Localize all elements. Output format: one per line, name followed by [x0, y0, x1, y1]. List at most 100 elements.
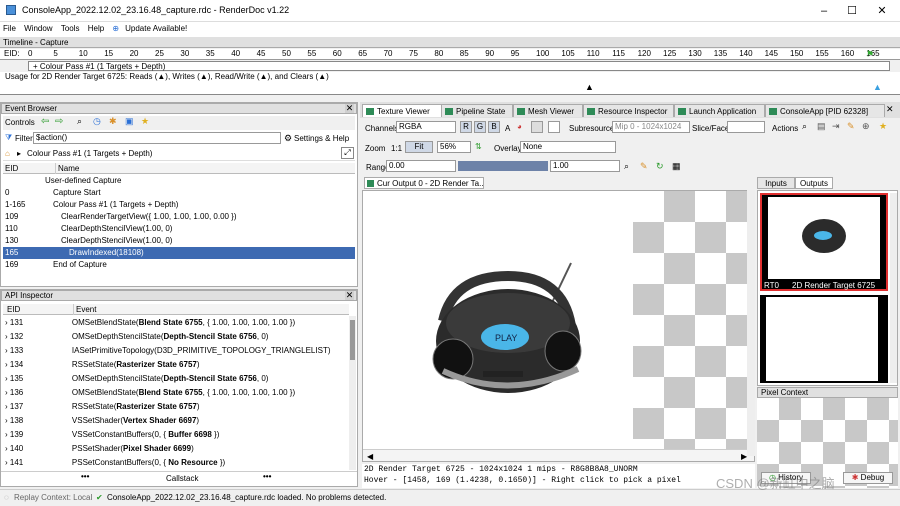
save-icon[interactable]: ▤ — [817, 121, 826, 132]
thumb-scrollbar[interactable] — [890, 193, 897, 383]
timer-icon[interactable]: ◷ — [93, 116, 101, 127]
minimize-button[interactable]: – — [810, 3, 838, 19]
tab-inputs[interactable]: Inputs — [757, 177, 795, 189]
api-row[interactable]: › 131 OMSetBlendState(Blend State 6755, {… — [5, 316, 345, 330]
col-event[interactable]: Event — [73, 304, 96, 315]
settings-icon[interactable]: ✱ — [109, 116, 117, 127]
dots-right-icon[interactable]: ••• — [263, 472, 271, 481]
timeline-pass-bar[interactable]: + Colour Pass #1 (1 Targets + Depth) — [28, 61, 890, 71]
texture-canvas[interactable]: PLAY ◀ ▶ — [362, 190, 755, 462]
zoom-1to1-button[interactable]: 1:1 — [391, 144, 402, 153]
mip-select[interactable]: Mip 0 - 1024x1024 — [612, 121, 690, 133]
api-resource-link[interactable]: Blend State 6755 — [139, 388, 203, 397]
zoom-icon[interactable]: ⌕ — [802, 121, 807, 132]
api-row[interactable]: › 132 OMSetDepthStencilState(Depth-Stenci… — [5, 330, 345, 344]
api-resource-link[interactable]: Rasterizer State 6757 — [116, 360, 197, 369]
channel-a-toggle[interactable]: A — [505, 124, 510, 133]
histogram-icon[interactable]: ▦ — [672, 161, 681, 172]
tab-pipeline-state[interactable]: Pipeline State — [441, 104, 513, 117]
api-resource-link[interactable]: Buffer 6698 — [168, 430, 212, 439]
callstack-label[interactable]: Callstack — [166, 474, 198, 483]
api-row[interactable]: › 140 PSSetShader(Pixel Shader 6699) — [5, 442, 345, 456]
api-row[interactable]: › 137 RSSetState(Rasterizer State 6757) — [5, 400, 345, 414]
rt0-thumbnail[interactable]: RT0 2D Render Target 6725 — [760, 193, 888, 291]
channel-b-toggle[interactable]: B — [488, 121, 500, 133]
api-resource-link[interactable]: Depth-Stencil State 6756 — [164, 332, 257, 341]
auto-fit-icon[interactable]: ✎ — [640, 161, 648, 172]
tab-mesh-viewer[interactable]: Mesh Viewer — [513, 104, 583, 117]
col-name[interactable]: Name — [55, 163, 79, 174]
settings-help-link[interactable]: Settings & Help — [294, 134, 349, 143]
locate-icon[interactable]: ⊕ — [862, 121, 870, 132]
home-icon[interactable]: ⌂ — [5, 149, 10, 158]
event-row[interactable]: 1-165 Colour Pass #1 (1 Targets + Depth) — [3, 199, 355, 211]
export-icon[interactable]: ▣ — [125, 116, 134, 127]
find-icon[interactable]: ⌕ — [77, 116, 82, 127]
maximize-button[interactable]: ☐ — [838, 3, 866, 19]
event-row[interactable]: User-defined Capture — [3, 175, 355, 187]
event-row[interactable]: 110 ClearDepthStencilView(1.00, 0) — [3, 223, 355, 235]
flip-icon[interactable]: ⇅ — [475, 142, 482, 151]
api-row[interactable]: › 135 OMSetDepthStencilState(Depth-Stenci… — [5, 372, 345, 386]
update-available-link[interactable]: Update Available! — [122, 22, 190, 35]
menu-window[interactable]: Window — [21, 22, 55, 35]
api-row[interactable]: › 133 IASetPrimitiveTopology(D3D_PRIMITIV… — [5, 344, 345, 358]
debug-button[interactable]: ✱ Debug — [843, 472, 893, 484]
api-row[interactable]: › 134 RSSetState(Rasterizer State 6757) — [5, 358, 345, 372]
tab-resource-inspector[interactable]: Resource Inspector — [583, 104, 674, 117]
filter-input[interactable]: $action() — [33, 132, 281, 144]
pixel-context-view[interactable]: ◷ History ✱ Debug — [757, 398, 898, 488]
tab-launch-application[interactable]: Launch Application — [674, 104, 765, 117]
api-resource-link[interactable]: Vertex Shader 6697 — [123, 416, 196, 425]
checker-icon[interactable] — [531, 121, 543, 133]
event-row[interactable]: 109 ClearRenderTargetView({ 1.00, 1.00, 1… — [3, 211, 355, 223]
close-icon[interactable]: ✕ — [345, 104, 354, 113]
api-resource-link[interactable]: Depth-Stencil State 6756 — [164, 374, 257, 383]
canvas-vscroll[interactable] — [747, 190, 755, 456]
forward-arrow-icon[interactable]: ⇨ — [55, 116, 63, 127]
tab-console-app[interactable]: ConsoleApp [PID 62328] — [765, 104, 885, 117]
zoom-select[interactable]: 56% — [437, 141, 471, 153]
channel-r-toggle[interactable]: R — [460, 121, 472, 133]
dots-left-icon[interactable]: ••• — [81, 472, 89, 481]
channel-g-toggle[interactable]: G — [474, 121, 486, 133]
slice-select[interactable] — [727, 121, 765, 133]
expand-icon[interactable]: ⤢ — [341, 147, 354, 159]
event-row[interactable]: 130 ClearDepthStencilView(1.00, 0) — [3, 235, 355, 247]
color-picker-icon[interactable]: ◕ — [517, 122, 522, 131]
col-eid[interactable]: EID — [5, 163, 18, 174]
event-row[interactable]: 0 Capture Start — [3, 187, 355, 199]
event-row[interactable]: 169 End of Capture — [3, 259, 355, 271]
goto-icon[interactable]: ⇥ — [832, 121, 840, 132]
canvas-scrollbar[interactable]: ◀ ▶ — [363, 449, 754, 461]
range-histogram[interactable] — [458, 161, 548, 171]
close-button[interactable]: ✕ — [868, 3, 896, 19]
tab-current-output[interactable]: Cur Output 0 - 2D Render Ta... — [364, 177, 484, 189]
api-resource-link[interactable]: No Resource — [168, 458, 217, 467]
api-row[interactable]: › 138 VSSetShader(Vertex Shader 6697) — [5, 414, 345, 428]
gear-icon[interactable]: ⚙ — [284, 133, 292, 144]
api-resource-link[interactable]: Rasterizer State 6757 — [116, 402, 197, 411]
reset-icon[interactable]: ↻ — [656, 161, 664, 172]
timeline-ruler[interactable]: EID: 0 5 10 15 20 25 30 35 40 45 50 55 60 65 70 75 80 85 9… — [0, 49, 900, 60]
bookmark-icon[interactable]: ★ — [141, 116, 149, 127]
scroll-left-icon[interactable]: ◀ — [367, 452, 373, 461]
star-icon[interactable]: ★ — [879, 121, 887, 132]
api-row[interactable]: › 141 PSSetConstantBuffers(0, { No Resour… — [5, 456, 345, 470]
close-icon[interactable]: ✕ — [345, 291, 354, 300]
api-row[interactable]: › 139 VSSetConstantBuffers(0, { Buffer 66… — [5, 428, 345, 442]
zoom-range-icon[interactable]: ⌕ — [624, 161, 629, 172]
menu-help[interactable]: Help — [85, 22, 107, 35]
fit-button[interactable]: Fit — [405, 141, 433, 153]
api-row[interactable]: › 136 OMSetBlendState(Blend State 6755, {… — [5, 386, 345, 400]
tab-texture-viewer[interactable]: Texture Viewer — [362, 104, 448, 117]
breadcrumb-pass[interactable]: Colour Pass #1 (1 Targets + Depth) — [27, 149, 152, 158]
range-max-input[interactable]: 1.00 — [550, 160, 620, 172]
back-arrow-icon[interactable]: ⇦ — [41, 116, 49, 127]
api-resource-link[interactable]: Pixel Shader 6699 — [123, 444, 191, 453]
tab-outputs[interactable]: Outputs — [795, 177, 833, 189]
overlay-select[interactable]: None — [520, 141, 616, 153]
channels-select[interactable]: RGBA — [396, 121, 456, 133]
range-min-input[interactable]: 0.00 — [386, 160, 456, 172]
close-icon[interactable]: ✕ — [886, 104, 894, 115]
